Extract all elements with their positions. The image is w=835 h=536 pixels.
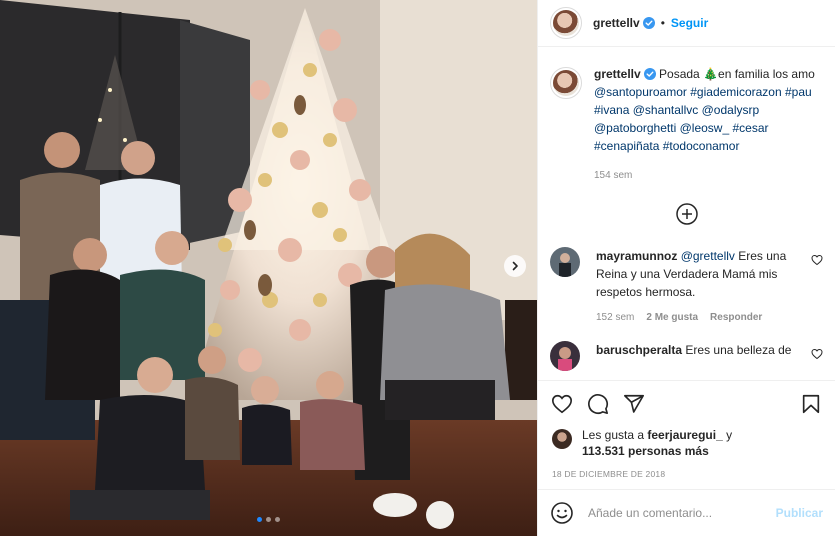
comment-likes[interactable]: 2 Me gusta <box>646 309 698 327</box>
liker-avatar[interactable] <box>552 429 572 449</box>
verified-badge-icon <box>642 17 655 29</box>
comment-button[interactable] <box>586 392 610 416</box>
comment-meta: 152 sem 2 Me gusta Responder <box>596 309 801 327</box>
caption-avatar[interactable] <box>550 67 582 99</box>
verified-badge-icon <box>643 68 656 80</box>
caption-tag[interactable]: #ivana <box>594 103 629 117</box>
caption-tag[interactable]: @santopuroamor <box>594 85 687 99</box>
comment-time[interactable]: 152 sem <box>596 309 634 327</box>
caption-tag[interactable]: @odalysrp <box>702 103 760 117</box>
author-username[interactable]: grettellv <box>593 16 640 30</box>
caption-time[interactable]: 154 sem <box>594 167 823 185</box>
comments-area[interactable]: grettellv Posada 🎄en familia los amo @sa… <box>538 47 835 380</box>
post-actions <box>538 380 835 427</box>
comment-text: Eres una belleza de <box>685 343 792 357</box>
follow-button[interactable]: Seguir <box>671 16 708 30</box>
post-caption: grettellv Posada 🎄en familia los amo @sa… <box>550 65 823 185</box>
family-christmas-photo <box>0 0 537 536</box>
caption-body-start: Posada <box>659 67 704 81</box>
caption-tag[interactable]: #cenapiñata <box>594 139 659 153</box>
carousel-dot-2 <box>266 517 271 522</box>
like-comment-heart-icon[interactable] <box>811 254 823 266</box>
commenter-username[interactable]: mayramunnoz <box>596 249 677 263</box>
caption-tag[interactable]: #todoconamor <box>663 139 740 153</box>
comment-input[interactable] <box>588 506 776 520</box>
post-dialog: grettellv • Seguir grettellv Posada 🎄en … <box>0 0 835 536</box>
christmas-tree-emoji: 🎄 <box>703 67 719 81</box>
share-icon <box>624 394 644 413</box>
load-more-button[interactable] <box>675 203 698 225</box>
publish-button[interactable]: Publicar <box>776 506 823 520</box>
likes-summary: Les gusta a feerjauregui_ y 113.531 pers… <box>538 427 835 459</box>
liker-username[interactable]: feerjauregui_ <box>647 428 722 442</box>
like-comment-heart-icon[interactable] <box>811 348 823 360</box>
reply-button[interactable]: Responder <box>710 309 762 327</box>
chevron-right-icon <box>512 261 518 271</box>
commenter-avatar[interactable] <box>550 247 580 277</box>
caption-tag[interactable]: @shantallvc <box>633 103 699 117</box>
author-avatar[interactable] <box>550 7 582 39</box>
caption-tag[interactable]: #pau <box>785 85 812 99</box>
comment-item: baruschperalta Eres una belleza de <box>550 341 823 371</box>
caption-username[interactable]: grettellv <box>594 67 641 81</box>
comment-item: mayramunnoz @grettellv Eres una Reina y … <box>550 247 823 327</box>
caption-body-end: en familia los amo <box>718 67 815 81</box>
caption-tag[interactable]: @patoborghetti <box>594 121 676 135</box>
post-photo[interactable] <box>0 0 537 536</box>
share-button[interactable] <box>622 392 646 416</box>
like-button[interactable] <box>550 392 574 416</box>
commenter-avatar[interactable] <box>550 341 580 371</box>
caption-text: grettellv Posada 🎄en familia los amo @sa… <box>594 65 823 185</box>
heart-icon <box>552 394 572 414</box>
next-photo-button[interactable] <box>504 255 526 277</box>
caption-tag[interactable]: #giademicorazon <box>690 85 781 99</box>
likes-prefix: Les gusta a <box>582 428 645 442</box>
commenter-username[interactable]: baruschperalta <box>596 343 682 357</box>
emoji-icon[interactable] <box>550 501 574 525</box>
header-separator: • <box>660 16 665 30</box>
likes-joiner: y <box>726 428 733 442</box>
caption-tag[interactable]: #cesar <box>732 121 768 135</box>
post-date[interactable]: 18 DE DICIEMBRE DE 2018 <box>538 459 835 489</box>
comment-icon <box>588 394 609 415</box>
post-side-panel: grettellv • Seguir grettellv Posada 🎄en … <box>537 0 835 536</box>
comment-mention[interactable]: @grettellv <box>681 249 735 263</box>
post-header: grettellv • Seguir <box>538 0 835 47</box>
caption-tag[interactable]: @leosw_ <box>680 121 730 135</box>
add-comment-bar: Publicar <box>538 489 835 536</box>
plus-circle-icon <box>675 203 698 225</box>
carousel-dot-3 <box>275 517 280 522</box>
bookmark-icon <box>802 394 820 414</box>
likes-text: Les gusta a feerjauregui_ y 113.531 pers… <box>582 427 732 459</box>
likes-count[interactable]: 113.531 personas más <box>582 444 709 458</box>
save-button[interactable] <box>799 392 823 416</box>
load-more-comments <box>550 203 823 225</box>
carousel-dot-1 <box>257 517 262 522</box>
carousel-indicator <box>0 517 537 522</box>
